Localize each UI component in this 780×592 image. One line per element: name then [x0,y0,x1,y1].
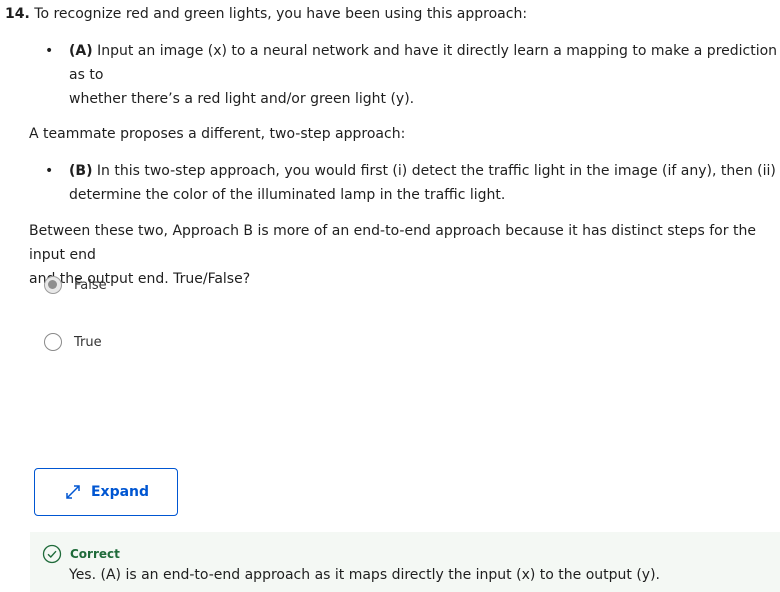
question-number: 14. [5,6,30,22]
feedback-header: Correct [42,544,120,564]
approach-a-tag: (A) [69,43,93,59]
option-false[interactable]: False [44,274,107,296]
check-circle-icon [42,544,62,564]
feedback-status: Correct [70,547,120,561]
question-prompt-line: 14. To recognize red and green lights, y… [5,2,780,26]
feedback-panel: Correct Yes. (A) is an end-to-end approa… [30,532,780,592]
bullet-dot: • [45,43,54,59]
question-prompt: To recognize red and green lights, you h… [34,6,528,22]
question-block: 14. To recognize red and green lights, y… [5,2,780,291]
option-true[interactable]: True [44,331,102,353]
bullet-dot: • [45,163,54,179]
teammate-text: A teammate proposes a different, two-ste… [29,126,406,142]
approach-a-line1: Input an image (x) to a neural network a… [69,43,778,83]
radio-selected-icon[interactable] [44,276,62,294]
approach-b-tag: (B) [69,163,93,179]
statement-text: Between these two, Approach B is more of… [29,219,780,291]
approach-a-line2: whether there’s a red light and/or green… [69,91,415,107]
approach-b-item: • (B) In this two-step approach, you wou… [45,159,780,207]
expand-arrows-icon [63,482,83,502]
statement-line1: Between these two, Approach B is more of… [29,223,756,263]
expand-button[interactable]: Expand [34,468,178,516]
approach-b-line2: determine the color of the illuminated l… [69,187,506,203]
approach-a-item: • (A) Input an image (x) to a neural net… [45,39,780,111]
radio-unselected-icon[interactable] [44,333,62,351]
approach-b-line1: In this two-step approach, you would fir… [96,163,776,179]
feedback-message: Yes. (A) is an end-to-end approach as it… [69,567,660,583]
option-true-label: True [74,334,102,350]
expand-button-label: Expand [90,484,150,500]
option-false-label: False [74,277,107,293]
